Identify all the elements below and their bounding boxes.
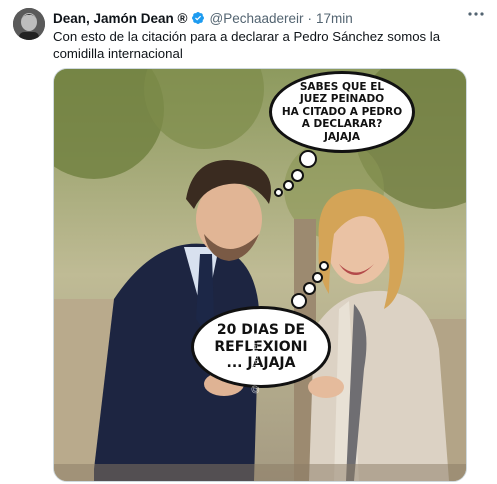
tweet-timestamp[interactable]: 17min bbox=[316, 11, 353, 26]
thought-dot bbox=[283, 180, 294, 191]
tweet-media-image[interactable]: SABES QUE EL JUEZ PEINADO HA CITADO A PE… bbox=[53, 68, 467, 482]
author-avatar[interactable] bbox=[13, 8, 45, 40]
bubble-line: HA CITADO A PEDRO bbox=[281, 105, 403, 118]
thought-dot bbox=[274, 188, 283, 197]
bubble-line: SABES QUE EL bbox=[299, 80, 385, 93]
header-separator: · bbox=[307, 10, 313, 26]
thought-dot bbox=[291, 169, 304, 182]
thought-dot bbox=[291, 293, 307, 309]
bubble-line: 20 DIAS DE bbox=[216, 322, 306, 339]
bubble-line: JUEZ PEINADO bbox=[299, 93, 385, 106]
author-handle[interactable]: @Pechaadereir bbox=[210, 11, 304, 26]
avatar-image bbox=[13, 8, 45, 40]
author-display-name[interactable]: Dean, Jamón Dean ® bbox=[53, 11, 188, 26]
bubble-line: REFLEXIONI bbox=[214, 338, 308, 355]
tweet-text: Con esto de la citación para a declarar … bbox=[53, 29, 441, 61]
thought-dot bbox=[319, 261, 329, 271]
verified-badge-icon bbox=[191, 12, 204, 24]
bubble-line: ... JAJAJA bbox=[226, 355, 296, 372]
thought-dot bbox=[303, 282, 316, 295]
tweet[interactable]: Dean, Jamón Dean ® @Pechaadereir · 17min… bbox=[0, 0, 497, 484]
thought-dot bbox=[312, 272, 323, 283]
tweet-header: Dean, Jamón Dean ® @Pechaadereir · 17min bbox=[53, 9, 487, 27]
image-watermark: @Pechaadereir bbox=[250, 331, 260, 394]
thought-bubble-top: SABES QUE EL JUEZ PEINADO HA CITADO A PE… bbox=[269, 71, 415, 153]
thought-bubble-bottom: 20 DIAS DE REFLEXIONI ... JAJAJA bbox=[191, 306, 331, 388]
bubble-line: A DECLARAR? bbox=[301, 118, 383, 131]
bubble-line: JAJAJA bbox=[323, 130, 361, 143]
thought-dot bbox=[299, 150, 317, 168]
more-options-icon[interactable] bbox=[463, 4, 489, 24]
